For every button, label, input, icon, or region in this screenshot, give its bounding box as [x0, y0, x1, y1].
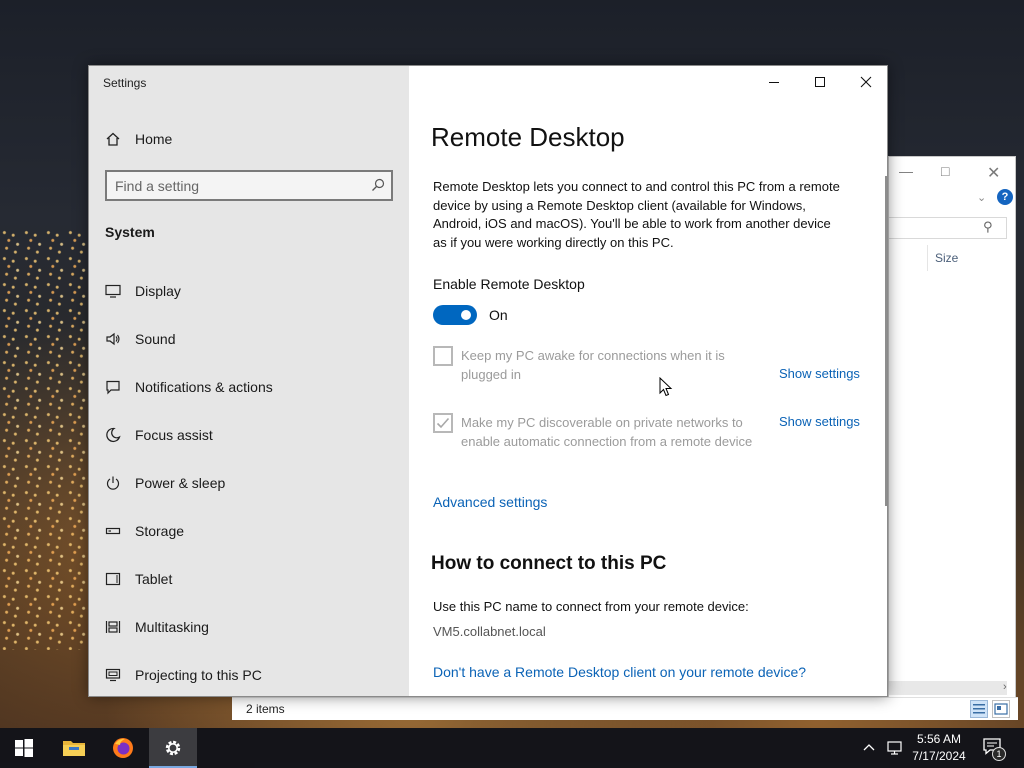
scroll-right-arrow-icon[interactable]: › [1003, 681, 1007, 693]
sidebar-item-label: Display [135, 283, 181, 299]
minimize-icon [769, 82, 779, 83]
wallpaper-lights [0, 230, 90, 650]
storage-icon [105, 523, 121, 539]
explorer-close-icon[interactable]: ✕ [987, 163, 1000, 183]
chevron-up-icon [863, 744, 875, 751]
explorer-horizontal-scrollbar[interactable] [889, 681, 1007, 695]
start-button[interactable] [0, 728, 48, 768]
column-divider[interactable] [927, 245, 928, 271]
explorer-item-count: 2 items [246, 702, 285, 716]
window-title: Settings [103, 76, 147, 90]
get-client-link[interactable]: Don't have a Remote Desktop client on yo… [433, 664, 806, 680]
discoverable-label: Make my PC discoverable on private netwo… [461, 415, 753, 449]
network-status-button[interactable] [886, 728, 904, 768]
maximize-icon [815, 77, 825, 87]
notification-count-badge: 1 [992, 747, 1006, 761]
sidebar-item-label: Home [135, 131, 173, 147]
sidebar-item-home[interactable]: Home [105, 124, 172, 154]
sidebar-item-label: Tablet [135, 571, 173, 587]
network-icon [887, 741, 902, 755]
remote-desktop-page: Remote Desktop Remote Desktop lets you c… [409, 66, 887, 696]
sidebar-item-sound[interactable]: Sound [105, 324, 175, 354]
explorer-column-size[interactable]: Size [935, 251, 958, 265]
projecting-icon [105, 667, 121, 683]
page-description: Remote Desktop lets you connect to and c… [433, 179, 840, 250]
details-view-icon [973, 704, 985, 714]
gear-icon [165, 740, 181, 756]
sidebar-item-label: Notifications & actions [135, 379, 273, 395]
find-setting-search[interactable] [105, 170, 393, 201]
maximize-button[interactable] [805, 72, 835, 92]
home-icon [105, 131, 121, 147]
advanced-settings-link[interactable]: Advanced settings [433, 494, 547, 510]
taskbar-firefox[interactable] [99, 728, 147, 768]
taskbar-settings[interactable] [149, 728, 197, 768]
how-to-connect-heading: How to connect to this PC [431, 553, 667, 574]
taskbar-clock[interactable]: 5:56 AM 7/17/2024 [906, 731, 972, 765]
sidebar-item-power-sleep[interactable]: Power & sleep [105, 468, 225, 498]
toggle-knob [461, 310, 471, 320]
power-icon [105, 475, 121, 491]
settings-window[interactable]: Settings Home System Display Sound [88, 65, 888, 697]
explorer-expand-ribbon-icon[interactable]: ⌄ [977, 191, 986, 204]
file-explorer-window[interactable]: — □ ✕ ⌄ ? ⚲ Size › [888, 156, 1016, 720]
sidebar-item-label: Focus assist [135, 427, 213, 443]
checkmark-icon [436, 417, 450, 429]
folder-icon [63, 741, 85, 756]
clock-date: 7/17/2024 [912, 749, 966, 763]
explorer-status-bar: 2 items [232, 697, 1018, 720]
section-heading-system: System [105, 224, 155, 240]
sidebar-item-label: Storage [135, 523, 185, 539]
clock-time: 5:56 AM [916, 732, 962, 746]
details-view-button[interactable] [970, 700, 988, 718]
explorer-help-icon[interactable]: ? [997, 189, 1013, 205]
sidebar-item-multitasking[interactable]: Multitasking [105, 612, 209, 642]
speaker-icon [105, 331, 121, 347]
sidebar-item-label: Multitasking [135, 619, 209, 635]
toggle-state-label: On [489, 307, 508, 323]
taskbar-file-explorer[interactable] [50, 728, 98, 768]
keep-awake-checkbox[interactable] [433, 346, 453, 366]
moon-icon [105, 427, 121, 443]
search-icon[interactable] [371, 178, 385, 197]
enable-remote-desktop-label: Enable Remote Desktop [433, 276, 585, 292]
close-icon [860, 76, 872, 88]
large-icons-view-button[interactable] [992, 700, 1010, 718]
sidebar-item-tablet[interactable]: Tablet [105, 564, 172, 594]
firefox-icon [113, 738, 133, 758]
mouse-cursor-icon [659, 377, 673, 397]
notification-icon [105, 379, 121, 395]
explorer-maximize-icon[interactable]: □ [941, 163, 949, 179]
taskbar: 5:56 AM 7/17/2024 1 [0, 728, 1024, 768]
discoverable-show-settings-link[interactable]: Show settings [779, 414, 860, 429]
sidebar-item-label: Sound [135, 331, 176, 347]
sidebar-item-notifications[interactable]: Notifications & actions [105, 372, 273, 402]
explorer-minimize-icon[interactable]: — [899, 163, 913, 179]
close-button[interactable] [851, 72, 881, 92]
keep-awake-show-settings-link[interactable]: Show settings [779, 366, 860, 381]
settings-sidebar: Settings Home System Display Sound [89, 66, 409, 696]
large-icons-view-icon [994, 703, 1008, 715]
sidebar-item-display[interactable]: Display [105, 276, 181, 306]
sidebar-item-focus-assist[interactable]: Focus assist [105, 420, 213, 450]
minimize-button[interactable] [759, 72, 789, 92]
sidebar-item-label: Power & sleep [135, 475, 226, 491]
pc-name-value: VM5.collabnet.local [433, 624, 546, 639]
search-input[interactable] [115, 176, 365, 196]
page-title: Remote Desktop [431, 122, 625, 152]
sidebar-item-projecting[interactable]: Projecting to this PC [105, 660, 262, 690]
sidebar-item-storage[interactable]: Storage [105, 516, 184, 546]
tablet-icon [105, 571, 121, 587]
enable-remote-desktop-toggle[interactable] [433, 305, 477, 325]
pc-name-label: Use this PC name to connect from your re… [433, 599, 749, 614]
discoverable-checkbox[interactable] [433, 413, 453, 433]
windows-logo-icon [15, 739, 33, 757]
sidebar-item-label: Projecting to this PC [135, 667, 262, 683]
monitor-icon [105, 283, 121, 299]
vertical-scrollbar[interactable] [885, 176, 887, 506]
keep-awake-label: Keep my PC awake for connections when it… [461, 348, 725, 382]
show-hidden-icons-button[interactable] [862, 728, 876, 768]
multitasking-icon [105, 619, 121, 635]
explorer-search-icon: ⚲ [983, 219, 993, 234]
